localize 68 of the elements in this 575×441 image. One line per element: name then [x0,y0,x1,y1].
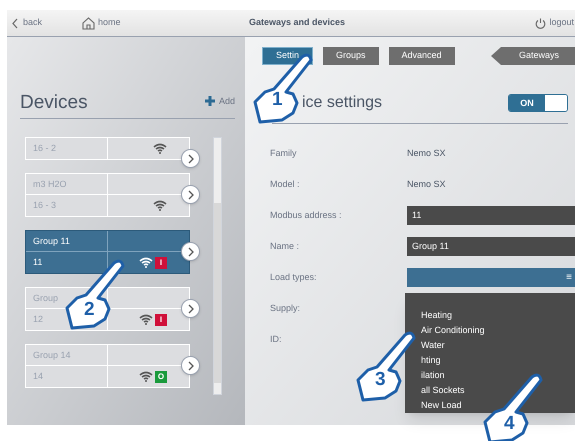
chevron-button[interactable] [181,299,200,318]
menu-option[interactable]: Air Conditioning [421,323,485,338]
pointing-hand-icon [64,258,126,330]
step-number: 4 [504,414,515,433]
chevron-right-icon [188,246,194,256]
field-value: Nemo SX [407,146,446,160]
wifi-icon [139,257,153,268]
chevron-button[interactable] [181,149,200,168]
gateways-button[interactable]: Gateways [491,47,575,65]
device-name: Group 11 [26,231,108,251]
menu-icon: ≡ [566,270,572,285]
step-number: 3 [375,370,386,389]
menu-option[interactable]: Water [421,338,445,353]
home-button[interactable]: home [82,16,121,30]
device-address: 16 - 2 [26,138,108,159]
device-name: Group 14 [26,345,108,365]
wifi-icon [153,200,167,211]
field-label: Family [270,146,298,160]
field-value: Nemo SX [407,178,446,191]
field-label: Modbus address : [270,208,343,222]
power-icon [535,18,546,28]
field-label: ID: [270,332,283,346]
chevron-button[interactable] [181,242,200,261]
wifi-icon [139,314,153,325]
field-label: Model : [270,178,301,191]
wifi-icon [139,371,153,382]
menu-option[interactable]: Heating [421,308,452,323]
device-name: m3 H2O [26,174,108,194]
add-button[interactable]: Add [204,94,235,108]
settings-title: ice settings [302,93,382,113]
chevron-right-icon [188,190,194,200]
devices-title: Devices [20,93,88,112]
chevron-button[interactable] [181,185,200,204]
field-label: Load types: [270,270,318,284]
status-badge: O [155,370,167,382]
scrollbar[interactable] [213,137,222,395]
menu-option[interactable]: all Sockets [421,383,465,398]
page-title: Gateways and devices [249,16,346,30]
on-toggle[interactable]: ON [508,94,568,112]
home-icon [82,16,96,30]
field-label: Name : [270,240,300,253]
chevron-right-icon [188,304,194,314]
back-button[interactable]: back [12,16,42,30]
menu-option[interactable]: ilation [421,368,445,383]
scroll-thumb[interactable] [214,203,221,383]
menu-option[interactable]: hting [421,353,441,368]
device-address: 16 - 3 [26,195,108,216]
status-badge: I [155,256,167,268]
input-field[interactable]: 11 [407,206,575,225]
wifi-icon [153,143,167,154]
device-card[interactable]: Group 11 11 I [25,230,190,274]
plus-icon [204,96,215,106]
device-card[interactable]: Group 14 14 O [25,344,190,388]
input-field[interactable]: Group 11 [407,237,575,256]
field-label: Supply: [270,302,302,315]
tab[interactable]: Groups [323,47,379,65]
select-field[interactable]: ≡ [407,268,575,287]
chevron-button[interactable] [181,356,200,375]
step-number: 1 [272,90,283,109]
chevron-right-icon [188,360,194,370]
logout-button[interactable]: logout [535,16,574,30]
device-address: 14 [26,366,108,387]
chevron-left-icon [12,18,18,28]
chevron-right-icon [188,154,194,164]
tab[interactable]: Advanced [388,47,455,65]
menu-option[interactable]: New Load [421,398,462,413]
status-badge: I [155,314,167,326]
pointing-hand-icon [355,330,417,402]
